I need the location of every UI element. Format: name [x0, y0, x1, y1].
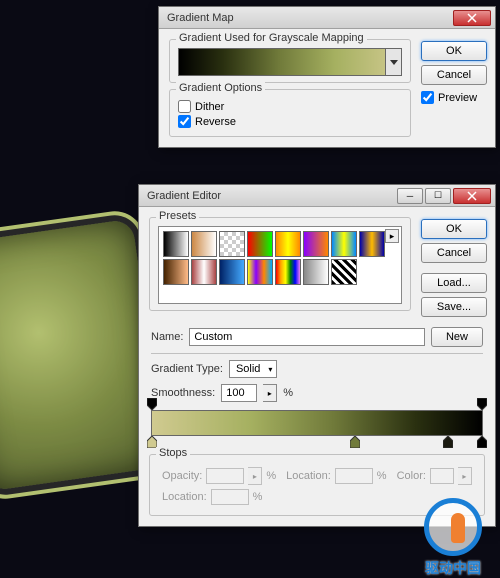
opacity-input [206, 468, 244, 484]
reverse-input[interactable] [178, 115, 191, 128]
cancel-button[interactable]: Cancel [421, 243, 487, 263]
gradient-type-select[interactable]: Solid [229, 360, 277, 378]
smoothness-spinner[interactable]: ▸ [263, 384, 277, 402]
opacity-label: Opacity: [162, 470, 202, 482]
preset-swatch[interactable] [219, 259, 245, 285]
smoothness-input[interactable]: 100 [221, 384, 257, 402]
preset-swatch[interactable] [275, 259, 301, 285]
preview-checkbox[interactable]: Preview [421, 91, 487, 104]
color-well [430, 468, 454, 484]
presets-group: Presets ▸ [149, 217, 411, 311]
close-button[interactable] [453, 188, 491, 204]
dither-input[interactable] [178, 100, 191, 113]
stops-label: Stops [156, 447, 190, 459]
name-label: Name: [151, 331, 183, 343]
preset-swatch[interactable] [191, 231, 217, 257]
preset-swatch[interactable] [219, 231, 245, 257]
dither-checkbox[interactable]: Dither [178, 100, 402, 113]
options-label: Gradient Options [176, 82, 265, 94]
minimize-button[interactable]: ─ [397, 188, 423, 204]
reverse-checkbox[interactable]: Reverse [178, 115, 402, 128]
dither-label: Dither [195, 101, 224, 113]
color-label: Color: [397, 470, 426, 482]
save-button[interactable]: Save... [421, 297, 487, 317]
preset-swatch[interactable] [275, 231, 301, 257]
preview-input[interactable] [421, 91, 434, 104]
opacity-stop[interactable] [147, 398, 157, 410]
maximize-button[interactable]: ☐ [425, 188, 451, 204]
preset-swatch[interactable] [303, 231, 329, 257]
location-input [211, 489, 249, 505]
titlebar[interactable]: Gradient Editor ─ ☐ [139, 185, 495, 207]
gradient-type-label: Gradient Type: [151, 363, 223, 375]
new-button[interactable]: New [431, 327, 483, 347]
preset-swatch[interactable] [359, 231, 385, 257]
smoothness-label: Smoothness: [151, 387, 215, 399]
stops-group: Stops Opacity:▸% Location:% Color:▸ Loca… [149, 454, 485, 516]
preset-swatch[interactable] [303, 259, 329, 285]
gradient-dropdown[interactable] [385, 49, 401, 75]
preset-swatch[interactable] [331, 259, 357, 285]
titlebar[interactable]: Gradient Map [159, 7, 495, 29]
color-spinner: ▸ [458, 467, 472, 485]
gradient-track[interactable] [151, 410, 483, 436]
preset-swatch[interactable] [163, 231, 189, 257]
reverse-label: Reverse [195, 116, 236, 128]
close-button[interactable] [453, 10, 491, 26]
preset-swatch[interactable] [247, 259, 273, 285]
location-input [335, 468, 373, 484]
preset-swatch[interactable] [163, 259, 189, 285]
location-label: Location: [286, 470, 331, 482]
location-label: Location: [162, 491, 207, 503]
color-stop[interactable] [477, 436, 487, 448]
name-input[interactable]: Custom [189, 328, 425, 346]
cancel-button[interactable]: Cancel [421, 65, 487, 85]
opacity-stop[interactable] [477, 398, 487, 410]
opacity-spinner: ▸ [248, 467, 262, 485]
preset-swatch[interactable] [247, 231, 273, 257]
preset-grid: ▸ [158, 226, 402, 304]
percent-label: % [283, 387, 293, 399]
grayscale-mapping-group: Gradient Used for Grayscale Mapping [169, 39, 411, 83]
preview-label: Preview [438, 92, 477, 104]
gradient-ramp-editor[interactable] [151, 410, 483, 436]
presets-label: Presets [156, 210, 199, 222]
load-button[interactable]: Load... [421, 273, 487, 293]
ok-button[interactable]: OK [421, 41, 487, 61]
presets-menu-icon[interactable]: ▸ [385, 229, 399, 243]
preset-swatch[interactable] [331, 231, 357, 257]
dialog-title: Gradient Map [163, 12, 453, 24]
gradient-map-dialog: Gradient Map Gradient Used for Grayscale… [158, 6, 496, 148]
group-label: Gradient Used for Grayscale Mapping [176, 32, 367, 44]
gradient-editor-dialog: Gradient Editor ─ ☐ Presets ▸ [138, 184, 496, 527]
preset-swatch[interactable] [191, 259, 217, 285]
ok-button[interactable]: OK [421, 219, 487, 239]
color-stop[interactable] [443, 436, 453, 448]
dialog-title: Gradient Editor [143, 190, 397, 202]
gradient-options-group: Gradient Options Dither Reverse [169, 89, 411, 137]
color-stop[interactable] [350, 436, 360, 448]
gradient-preview[interactable] [178, 48, 402, 76]
